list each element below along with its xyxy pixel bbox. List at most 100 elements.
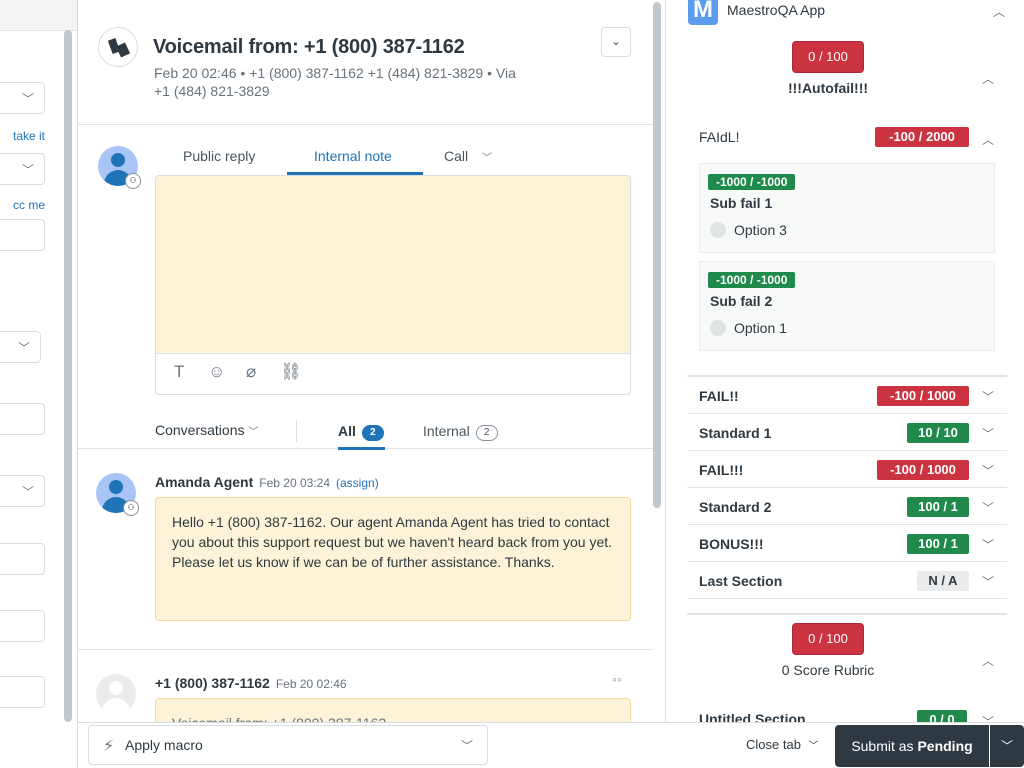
voicemail-icon: ◦◦ (612, 671, 622, 687)
message-header: +1 (800) 387-1162 Feb 20 02:46 (155, 675, 347, 691)
ticket-conversation-panel: Voicemail from: +1 (800) 387-1162 Feb 20… (78, 0, 666, 768)
link-icon[interactable]: ⛓ (280, 362, 302, 382)
collapse-rubric-icon[interactable]: ︿ (982, 70, 994, 87)
message-author[interactable]: +1 (800) 387-1162 (155, 675, 270, 691)
option-radio[interactable]: Option 3 (710, 222, 787, 238)
conversations-dropdown[interactable]: Conversations ﹀ (155, 422, 258, 438)
submit-prefix: Submit as (851, 738, 918, 754)
caller-avatar (96, 674, 136, 714)
rubric-label: 0 Score Rubric (781, 662, 875, 678)
user-badge-icon: ⚇ (123, 500, 139, 516)
internal-note-editor[interactable]: T ☺ ⌀ ⛓ (155, 175, 631, 395)
maestroqa-logo: M (688, 0, 718, 25)
active-tab-indicator (338, 447, 385, 450)
close-tab-dropdown[interactable]: Close tab ﹀ (746, 737, 819, 752)
tab-internal-label: Internal (423, 423, 470, 439)
tab-call-label: Call (444, 148, 469, 164)
chevron-down-icon[interactable]: ﹀ (982, 499, 994, 516)
chevron-down-icon[interactable]: ﹀ (982, 573, 994, 590)
section-row[interactable]: BONUS!!! 100 / 1 ﹀ (687, 525, 1007, 562)
section-name: Standard 2 (699, 499, 772, 515)
tab-all[interactable]: All 2 (338, 423, 384, 441)
section-score-badge: -100 / 2000 (875, 127, 969, 147)
section-row[interactable]: Last Section N / A ﹀ (687, 562, 1007, 599)
radio-icon (710, 320, 726, 336)
header-options-button[interactable]: ⌄ (601, 27, 631, 57)
take-it-link[interactable]: take it (13, 129, 45, 143)
tab-internal-note[interactable]: Internal note (314, 148, 392, 164)
section-score-badge: 0 / 0 (917, 710, 967, 722)
left-scrollbar[interactable] (64, 30, 72, 722)
section-score-badge: 100 / 1 (907, 497, 969, 517)
chevron-down-icon[interactable]: ﹀ (982, 713, 994, 722)
chevron-down-icon[interactable]: ﹀ (982, 425, 994, 442)
cc-me-link[interactable]: cc me (13, 198, 45, 212)
subsection-title: Sub fail 2 (710, 293, 773, 309)
lightning-icon: ⚡︎ (103, 738, 115, 755)
left-input-3[interactable] (0, 543, 45, 575)
tab-internal[interactable]: Internal 2 (423, 423, 498, 441)
center-scrollbar[interactable] (653, 2, 661, 508)
ticket-title: Voicemail from: +1 (800) 387-1162 (153, 36, 465, 58)
collapse-icon[interactable]: ︿ (982, 131, 994, 148)
section-name: FAIL!!! (699, 462, 744, 478)
message-divider (78, 649, 653, 650)
option-radio[interactable]: Option 1 (710, 320, 787, 336)
submit-options-button[interactable]: ﹀ (990, 725, 1024, 767)
left-input-5[interactable] (0, 676, 45, 708)
section-score-badge: 100 / 1 (907, 534, 969, 554)
chevron-down-icon: ﹀ (21, 92, 34, 106)
section-score-badge: -100 / 1000 (877, 460, 969, 480)
chevron-down-icon: ﹀ (21, 485, 34, 499)
section-faidl[interactable]: FAIdL! -100 / 2000 ︿ (687, 118, 1007, 155)
chevron-down-icon[interactable]: ﹀ (982, 536, 994, 553)
section-untitled[interactable]: Untitled Section 0 / 0 ﹀ (687, 700, 1007, 722)
ticket-header: Voicemail from: +1 (800) 387-1162 Feb 20… (78, 0, 653, 125)
emoji-icon[interactable]: ☺ (208, 362, 225, 382)
left-dropdown-1[interactable]: ﹀ (0, 82, 45, 114)
app-name: MaestroQA App (727, 2, 826, 18)
autofail-label: !!!Autofail!!! (787, 80, 869, 96)
chevron-down-icon: ﹀ (1000, 739, 1013, 753)
left-input-1[interactable] (0, 219, 45, 251)
user-badge-icon: ⚇ (125, 173, 141, 189)
section-name: Untitled Section (699, 711, 806, 722)
left-dropdown-2[interactable]: ﹀ (0, 153, 45, 185)
section-row[interactable]: Standard 1 10 / 10 ﹀ (687, 414, 1007, 451)
collapse-app-icon[interactable]: ︿ (993, 3, 1005, 20)
tab-call[interactable]: Call ﹀ (444, 148, 492, 164)
section-name: Last Section (699, 573, 783, 589)
apply-macro-label: Apply macro (125, 737, 203, 753)
message-time: Feb 20 03:24 (259, 476, 331, 490)
attachment-icon[interactable]: ⌀ (246, 362, 256, 382)
text-format-icon[interactable]: T (174, 362, 184, 382)
section-score-badge: N / A (917, 571, 969, 591)
subsection-title: Sub fail 1 (710, 195, 773, 211)
message-author[interactable]: Amanda Agent (155, 474, 253, 490)
rubric-score-badge: 0 / 100 (792, 41, 864, 73)
left-properties-panel: ﹀ take it ﹀ cc me ﹀ ﹀ (0, 0, 78, 768)
left-dropdown-4[interactable]: ﹀ (0, 475, 45, 507)
section-row[interactable]: FAIL!!! -100 / 1000 ﹀ (687, 451, 1007, 488)
assign-link[interactable]: (assign) (336, 476, 379, 490)
note-textarea[interactable] (156, 176, 630, 354)
section-row[interactable]: Standard 2 100 / 1 ﹀ (687, 488, 1007, 525)
left-input-4[interactable] (0, 610, 45, 642)
rubric-divider (687, 613, 1007, 615)
chevron-down-icon: ﹀ (460, 739, 473, 753)
apply-macro-dropdown[interactable]: ⚡︎ Apply macro ﹀ (88, 725, 488, 765)
section-row[interactable]: FAIL!! -100 / 1000 ﹀ (687, 377, 1007, 414)
count-badge: 2 (475, 425, 498, 441)
submit-button[interactable]: Submit as Pending (835, 725, 989, 767)
message-body: Hello +1 (800) 387-1162. Our agent Amand… (155, 497, 631, 621)
chevron-down-icon[interactable]: ﹀ (982, 462, 994, 479)
section-name: Standard 1 (699, 425, 772, 441)
chevron-down-icon[interactable]: ﹀ (982, 388, 994, 405)
collapse-rubric-icon[interactable]: ︿ (982, 652, 994, 669)
tab-public-reply[interactable]: Public reply (183, 148, 255, 164)
count-badge: 2 (361, 425, 384, 441)
left-input-2[interactable] (0, 403, 45, 435)
left-dropdown-3[interactable]: ﹀ (0, 331, 41, 363)
subsection-card: -1000 / -1000 Sub fail 1 Option 3 (699, 163, 995, 253)
rubric-score-badge: 0 / 100 (792, 623, 864, 655)
